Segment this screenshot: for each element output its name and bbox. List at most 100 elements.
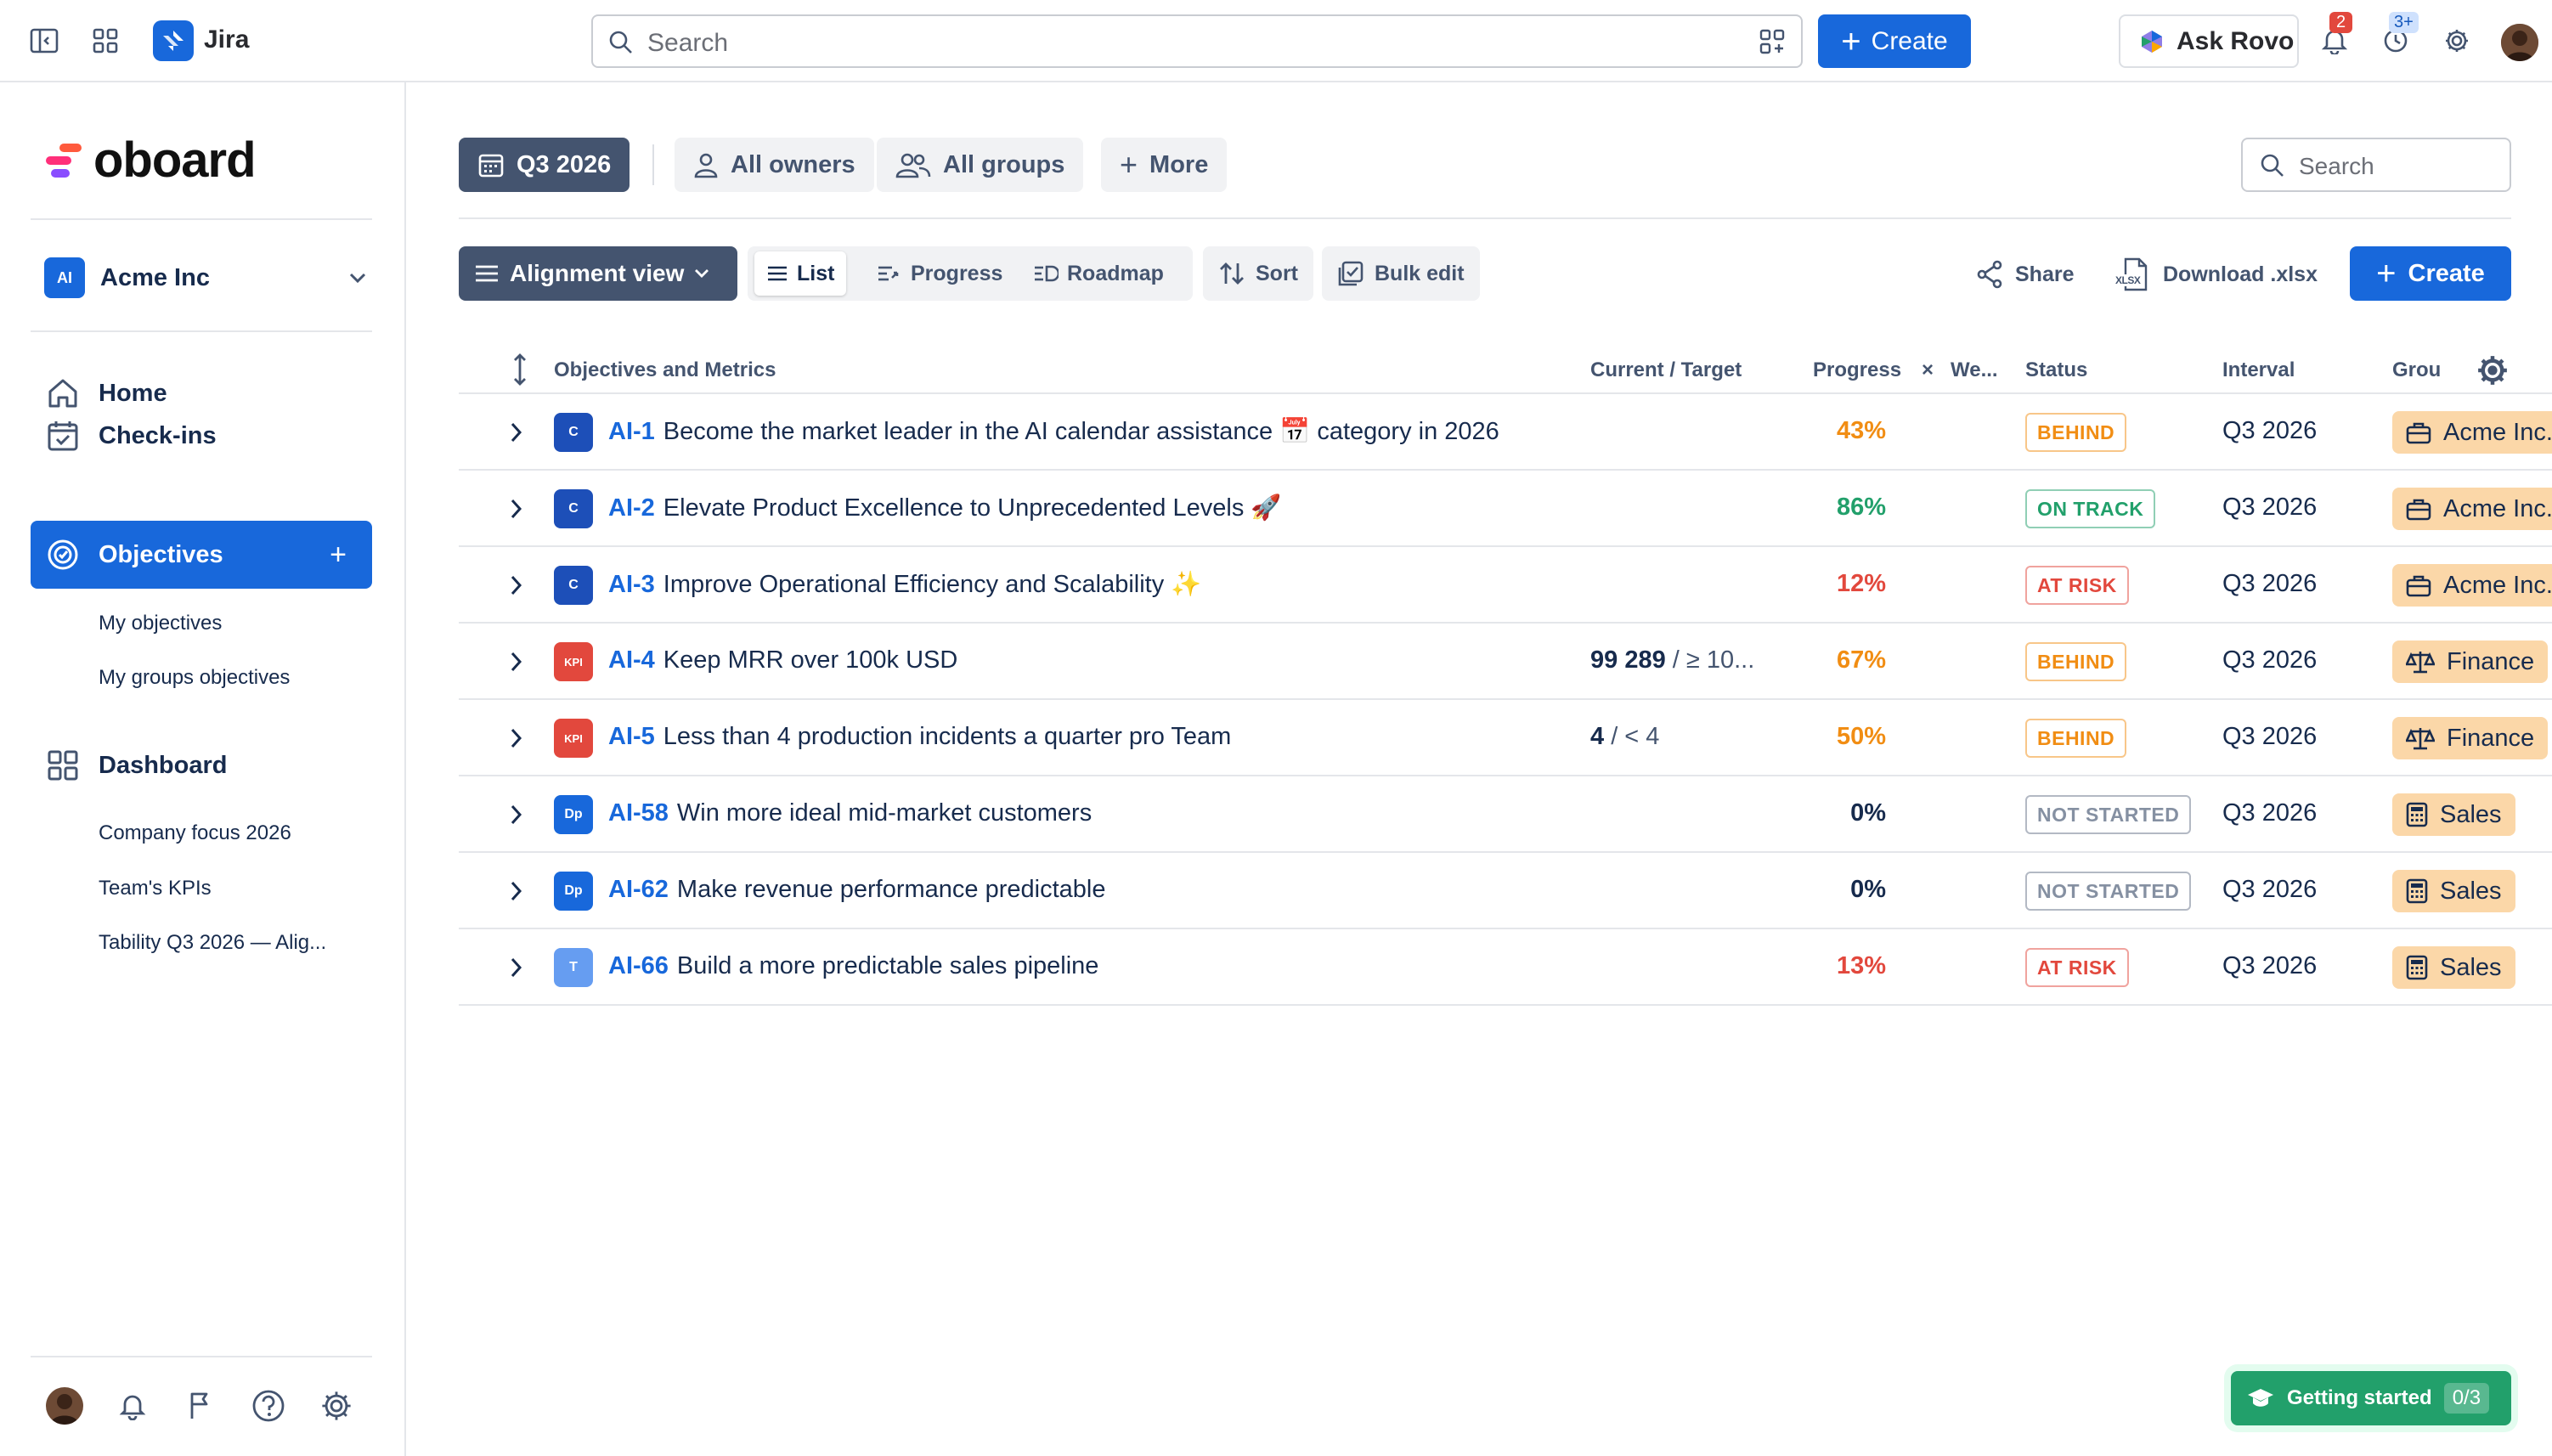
- top-create-button[interactable]: + Create: [1818, 14, 1971, 68]
- ask-rovo-button[interactable]: Ask Rovo: [2119, 14, 2299, 68]
- download-xlsx-button[interactable]: XLSX Download .xlsx: [2115, 255, 2318, 294]
- status-badge[interactable]: BEHIND: [2025, 413, 2127, 452]
- objective-key[interactable]: AI-4: [608, 646, 655, 674]
- objective-title[interactable]: AI-2 Elevate Product Excellence to Unprec…: [608, 494, 1282, 522]
- list-view-tab[interactable]: List: [754, 251, 847, 296]
- objective-key[interactable]: AI-2: [608, 494, 655, 522]
- objective-title[interactable]: AI-5 Less than 4 production incidents a q…: [608, 723, 1231, 751]
- bulk-edit-button[interactable]: Bulk edit: [1322, 246, 1480, 301]
- objective-title[interactable]: AI-3 Improve Operational Efficiency and S…: [608, 570, 1201, 599]
- nav-my-groups-objectives[interactable]: My groups objectives: [99, 666, 290, 690]
- status-badge[interactable]: NOT STARTED: [2025, 795, 2192, 834]
- app-name[interactable]: Jira: [204, 25, 249, 54]
- progress-value[interactable]: 50%: [1818, 723, 1886, 751]
- status-badge[interactable]: AT RISK: [2025, 948, 2129, 987]
- oboard-logo[interactable]: oboard: [44, 132, 257, 189]
- expand-row-chevron-icon[interactable]: [510, 498, 523, 520]
- view-selector-button[interactable]: Alignment view: [459, 246, 737, 301]
- app-switcher-icon[interactable]: [88, 24, 122, 58]
- column-header-current-target[interactable]: Current / Target: [1590, 358, 1742, 382]
- group-chip[interactable]: Acme Inc.: [2392, 411, 2552, 454]
- dashboard-item[interactable]: Team's KPIs: [99, 877, 212, 900]
- objective-key[interactable]: AI-5: [608, 723, 655, 750]
- group-chip[interactable]: Sales: [2392, 870, 2515, 912]
- objective-key[interactable]: AI-62: [608, 876, 669, 903]
- nav-checkins[interactable]: Check-ins: [31, 402, 372, 470]
- objective-title[interactable]: AI-62 Make revenue performance predictabl…: [608, 876, 1105, 904]
- command-palette-icon[interactable]: [1759, 28, 1786, 55]
- objective-key[interactable]: AI-1: [608, 418, 655, 445]
- group-chip[interactable]: Acme Inc.: [2392, 564, 2552, 607]
- objective-key[interactable]: AI-58: [608, 799, 669, 827]
- expand-row-chevron-icon[interactable]: [510, 574, 523, 596]
- getting-started-button[interactable]: Getting started 0/3: [2231, 1371, 2511, 1425]
- table-row[interactable]: Dp AI-58 Win more ideal mid-market custome…: [459, 776, 2552, 853]
- group-chip[interactable]: Finance: [2392, 641, 2549, 683]
- progress-value[interactable]: 12%: [1818, 570, 1886, 598]
- progress-value[interactable]: 0%: [1818, 799, 1886, 827]
- status-badge[interactable]: AT RISK: [2025, 566, 2129, 605]
- dashboard-item[interactable]: Tability Q3 2026 — Alig...: [99, 931, 326, 955]
- table-row[interactable]: C AI-3 Improve Operational Efficiency and …: [459, 547, 2552, 624]
- status-badge[interactable]: BEHIND: [2025, 719, 2127, 758]
- progress-value[interactable]: 0%: [1818, 876, 1886, 904]
- more-filters-button[interactable]: + More: [1101, 138, 1228, 192]
- objective-title[interactable]: AI-1 Become the market leader in the AI c…: [608, 417, 1499, 446]
- progress-value[interactable]: 86%: [1818, 494, 1886, 522]
- create-objective-button[interactable]: + Create: [2350, 246, 2511, 301]
- expand-row-chevron-icon[interactable]: [510, 421, 523, 443]
- owners-filter-button[interactable]: All owners: [675, 138, 874, 192]
- status-badge[interactable]: NOT STARTED: [2025, 872, 2192, 911]
- table-row[interactable]: T AI-66 Build a more predictable sales pip…: [459, 929, 2552, 1006]
- expand-row-chevron-icon[interactable]: [510, 804, 523, 826]
- objective-title[interactable]: AI-66 Build a more predictable sales pipe…: [608, 952, 1098, 980]
- expand-row-chevron-icon[interactable]: [510, 957, 523, 979]
- nav-dashboard[interactable]: Dashboard: [31, 731, 372, 799]
- add-objective-button[interactable]: +: [330, 539, 347, 572]
- group-chip[interactable]: Sales: [2392, 946, 2515, 989]
- column-header-weight[interactable]: We...: [1951, 358, 1998, 382]
- table-row[interactable]: KPI AI-4 Keep MRR over 100k USD 99 289 / ≥ …: [459, 624, 2552, 700]
- status-badge[interactable]: ON TRACK: [2025, 489, 2156, 528]
- column-header-status[interactable]: Status: [2025, 358, 2087, 382]
- share-button[interactable]: Share: [1976, 255, 2074, 294]
- interval-filter-button[interactable]: Q3 2026: [459, 138, 630, 192]
- settings-icon[interactable]: [318, 1387, 355, 1425]
- expand-row-chevron-icon[interactable]: [510, 651, 523, 673]
- sort-button[interactable]: Sort: [1203, 246, 1313, 301]
- table-row[interactable]: C AI-1 Become the market leader in the AI …: [459, 394, 2552, 471]
- flag-icon[interactable]: [182, 1387, 219, 1425]
- objective-title[interactable]: AI-4 Keep MRR over 100k USD: [608, 646, 957, 674]
- user-avatar[interactable]: [2501, 24, 2538, 61]
- jira-logo-icon[interactable]: [153, 20, 194, 61]
- expand-row-chevron-icon[interactable]: [510, 727, 523, 749]
- table-row[interactable]: C AI-2 Elevate Product Excellence to Unpre…: [459, 471, 2552, 547]
- table-row[interactable]: KPI AI-5 Less than 4 production incidents …: [459, 700, 2552, 776]
- roadmap-view-tab[interactable]: Roadmap: [1021, 251, 1176, 296]
- column-header-progress[interactable]: Progress: [1813, 358, 1901, 382]
- objectives-search-input[interactable]: Search: [2241, 138, 2511, 192]
- group-chip[interactable]: Sales: [2392, 793, 2515, 836]
- group-chip[interactable]: Finance: [2392, 717, 2549, 759]
- expand-row-chevron-icon[interactable]: [510, 880, 523, 902]
- objective-key[interactable]: AI-3: [608, 571, 655, 598]
- table-row[interactable]: Dp AI-62 Make revenue performance predicta…: [459, 853, 2552, 929]
- objective-key[interactable]: AI-66: [608, 952, 669, 979]
- nav-my-objectives[interactable]: My objectives: [99, 612, 222, 635]
- sidebar-toggle-icon[interactable]: [27, 24, 61, 58]
- settings-gear-icon[interactable]: [2440, 24, 2474, 58]
- global-search-input[interactable]: Search: [591, 14, 1803, 68]
- help-icon[interactable]: [250, 1387, 287, 1425]
- nav-objectives[interactable]: Objectives +: [31, 521, 372, 589]
- bell-icon[interactable]: [114, 1387, 151, 1425]
- status-badge[interactable]: BEHIND: [2025, 642, 2127, 681]
- table-settings-gear-icon[interactable]: [2477, 355, 2508, 386]
- groups-filter-button[interactable]: All groups: [877, 138, 1084, 192]
- column-header-group[interactable]: Grou: [2392, 358, 2441, 382]
- expand-collapse-all-icon[interactable]: [511, 352, 528, 387]
- column-header-objectives[interactable]: Objectives and Metrics: [554, 358, 776, 382]
- workspace-switcher[interactable]: AI Acme Inc: [44, 256, 367, 300]
- progress-value[interactable]: 43%: [1818, 417, 1886, 445]
- progress-value[interactable]: 13%: [1818, 952, 1886, 980]
- dashboard-item[interactable]: Company focus 2026: [99, 821, 291, 845]
